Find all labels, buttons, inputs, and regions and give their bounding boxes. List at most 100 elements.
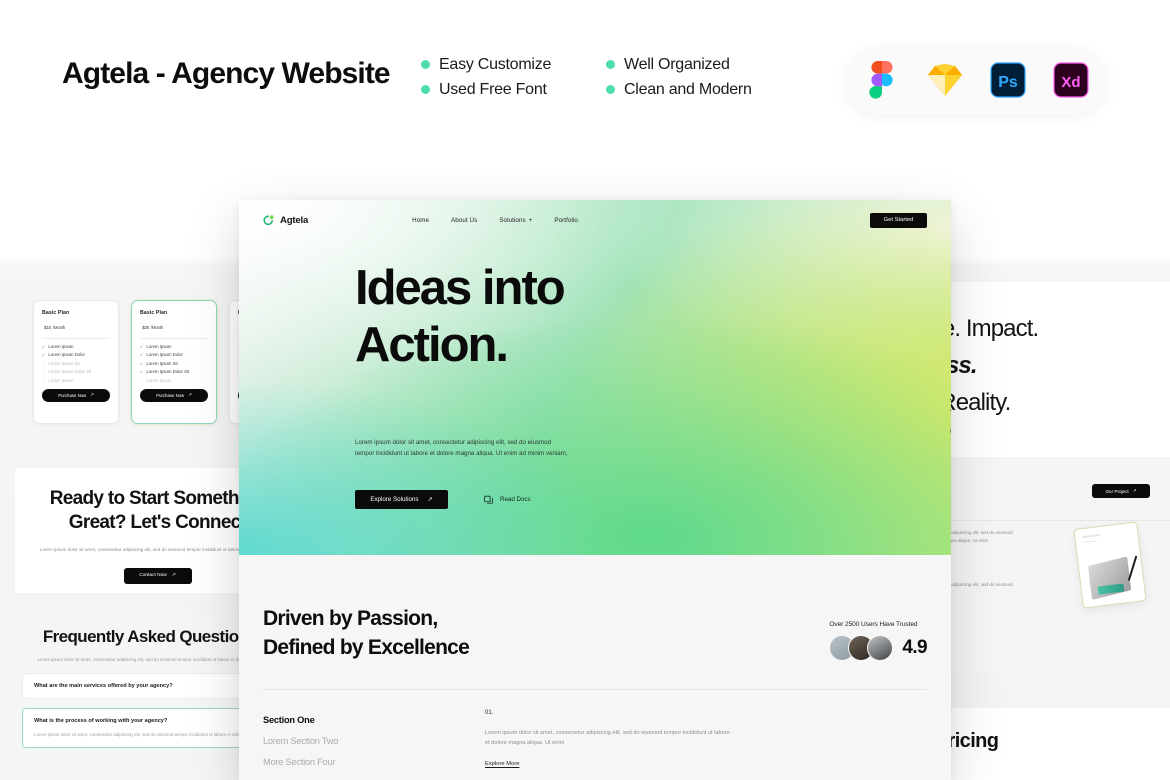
hero-section: Agtela Home About Us Solutions + Portfoli… (239, 200, 951, 555)
nav-link-home[interactable]: Home (412, 217, 429, 224)
trust-row: 4.9 (829, 634, 928, 661)
chevron-down-icon: + (528, 216, 533, 224)
check-icon: ✓ (42, 344, 46, 349)
bullet-icon (606, 85, 615, 94)
plan-feature: ✓Lorem Ipsum (140, 344, 172, 349)
feature-item: Easy Customize (421, 52, 606, 77)
plan-feature: ✓Lorem Ipsum Dolor Sit (140, 369, 190, 375)
svg-text:Xd: Xd (1061, 74, 1080, 91)
check-icon: ✓ (140, 377, 144, 383)
hero-heading: Ideas into Action. (355, 260, 566, 375)
price-value: $38 (142, 325, 149, 330)
feature-label: Well Organized (624, 55, 730, 73)
hero-paragraph: Lorem ipsum dolor sit amet, consectetur … (355, 439, 568, 458)
faq-question: What is the process of working with your… (34, 717, 168, 724)
get-started-button[interactable]: Get Started (870, 212, 927, 228)
brand-logo[interactable]: Agtela (263, 214, 308, 226)
thumb-shape (1087, 556, 1132, 600)
read-docs-button[interactable]: Read Docs (484, 495, 531, 504)
nav-link-portfolio[interactable]: Portfolio (554, 217, 578, 224)
section-detail: 01. Lorem ipsum dolor sit amet, consecte… (485, 710, 927, 774)
feature-label: Clean and Modern (624, 80, 752, 98)
section-item-four[interactable]: More Section Four (263, 752, 485, 773)
adobe-xd-icon: Xd (1052, 61, 1090, 99)
pen-icon (1127, 555, 1138, 581)
hero-side-title: Transforming Ideas into Reality with a T… (950, 398, 951, 420)
svg-text:Ps: Ps (998, 74, 1018, 91)
explore-solutions-button[interactable]: Explore Solutions ↗ (355, 490, 448, 509)
slide-counter: 01 / 09 (950, 429, 951, 435)
plan-feature: ✓Lorem Ipsum Sit (140, 360, 178, 366)
purchase-now-button[interactable]: Purchase Now↗ (42, 388, 110, 402)
avatar (867, 634, 894, 661)
section-item-one[interactable]: Section One (263, 710, 485, 731)
nav-link-about-us[interactable]: About Us (451, 217, 477, 224)
divider (140, 338, 208, 339)
arrow-up-right-icon: ↗ (171, 573, 176, 579)
detail-paragraph: Lorem ipsum dolor sit amet, consectetur … (485, 729, 730, 747)
brand-name: Agtela (280, 214, 309, 226)
arrow-up-right-icon: ↗ (188, 392, 192, 398)
plan-feature: ✓Lorem Ipsum Sit (42, 360, 80, 366)
feature-column-2: Well Organized Clean and Modern (606, 52, 791, 102)
faq-question: What are the main services offered by yo… (34, 682, 173, 689)
arrow-up-right-icon: ↗ (1132, 488, 1137, 493)
section-item-two[interactable]: Lorem Section Two (263, 731, 485, 752)
app-compatibility-badge: Ps Xd (845, 46, 1107, 114)
website-mockup: Agtela Home About Us Solutions + Portfoli… (239, 200, 951, 780)
check-icon: ✓ (140, 360, 144, 366)
price-period: /Month (52, 325, 66, 330)
lower-heading-line2: Defined by Excellence (263, 635, 470, 659)
plan-name: Basic Plan (42, 310, 70, 316)
check-icon: ✓ (42, 352, 46, 358)
plan-price: $38/Month (140, 320, 208, 332)
check-icon: ✓ (42, 360, 46, 366)
plan-feature: ✓Lorem Ipsum Dolor (140, 352, 183, 358)
sketch-icon (926, 61, 964, 99)
feature-column-1: Easy Customize Used Free Font (421, 52, 606, 102)
explore-more-link[interactable]: Explore More (485, 761, 519, 767)
check-icon: ✓ (140, 369, 144, 375)
contact-now-button[interactable]: Contact Now ↗ (123, 567, 192, 584)
plan-price: $18/Month (42, 320, 110, 332)
pricing-card[interactable]: Basic Plan $18/Month ✓ Lorem Ipsum ✓ Lorem… (33, 300, 119, 424)
feature-item: Well Organized (606, 52, 791, 77)
photoshop-icon: Ps (989, 61, 1027, 99)
arrow-up-right-icon: ↗ (427, 496, 433, 503)
feature-label: Easy Customize (439, 55, 552, 73)
pricing-card-featured[interactable]: Basic Plan $38/Month ✓ Lorem Ipsum ✓ Lorem… (131, 300, 217, 424)
feature-label: Used Free Font (439, 80, 547, 98)
hero-heading-line2: Action. (355, 318, 509, 373)
trust-label: Over 2500 Users Have Trusted (829, 620, 918, 628)
avatar-group (829, 634, 894, 661)
sections-grid: Section One Lorem Section Two More Secti… (263, 690, 927, 774)
faq-answer: Lorem ipsum dolor sit amet, consectetur … (34, 731, 260, 737)
rating-value: 4.9 (902, 636, 927, 658)
check-icon: ✓ (140, 344, 144, 349)
our-project-button[interactable]: Our Project ↗ (1092, 484, 1150, 498)
check-icon: ✓ (140, 352, 144, 358)
plan-name: Basic Plan (140, 310, 168, 316)
check-icon: ✓ (42, 377, 46, 383)
docs-icon (484, 495, 493, 504)
bullet-icon (606, 60, 615, 69)
page-title: Agtela - Agency Website (62, 57, 391, 90)
purchase-now-button[interactable]: Purchase Now↗ (140, 388, 208, 402)
feature-list: Easy Customize Used Free Font Well Organ… (421, 52, 791, 102)
figma-icon (863, 61, 901, 99)
price-period: /Month (150, 325, 164, 330)
thumb-line (1082, 540, 1096, 544)
nav-link-solutions[interactable]: Solutions + (499, 217, 532, 224)
detail-number: 01. (485, 709, 494, 716)
hero-heading-line1: Ideas into (355, 261, 566, 315)
plan-feature: ✓Lorem Ipsum (42, 377, 74, 383)
bullet-icon (421, 60, 430, 69)
plan-feature: ✓Lorem Ipsum (42, 344, 74, 349)
arrow-up-right-icon: ↗ (90, 392, 94, 398)
page-header: Agtela - Agency Website Easy Customize U… (0, 0, 1170, 175)
trust-block: Over 2500 Users Have Trusted 4.9 (829, 620, 928, 663)
thumb-accent (1097, 583, 1125, 595)
agtela-logo-icon (263, 215, 274, 226)
nav-links: Home About Us Solutions + Portfolio (412, 217, 578, 224)
project-thumbnail[interactable] (1073, 521, 1147, 609)
